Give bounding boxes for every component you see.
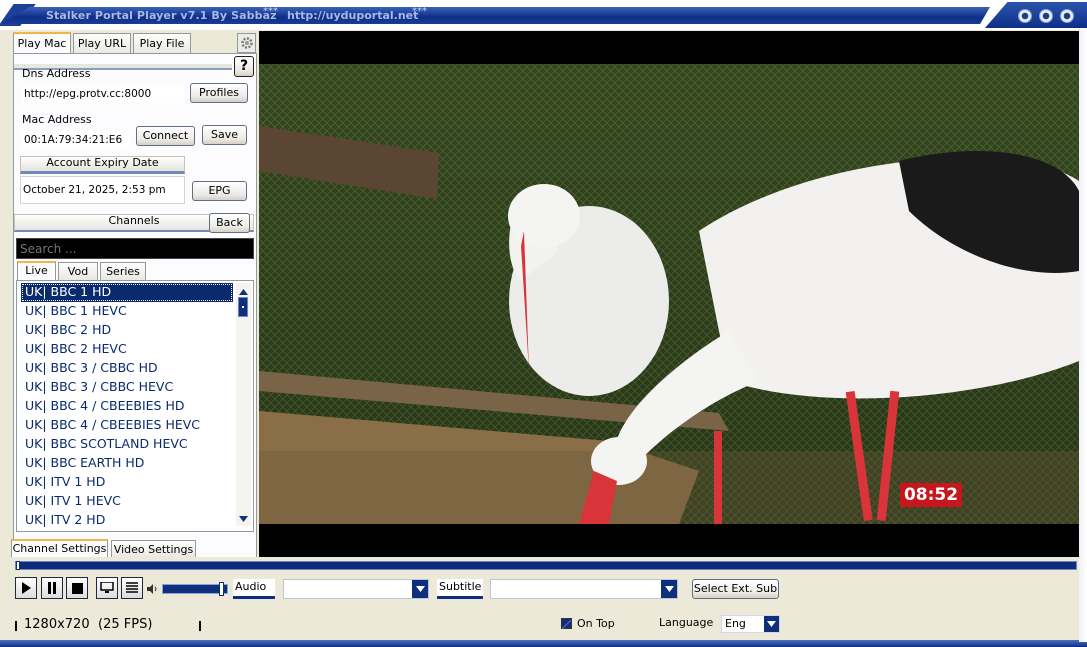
audio-dropdown-arrow[interactable] xyxy=(412,580,428,598)
tab-vod[interactable]: Vod xyxy=(58,262,98,281)
help-button[interactable]: ? xyxy=(234,56,254,77)
tab-play-url[interactable]: Play URL xyxy=(73,33,131,55)
channel-list-scrollbar[interactable] xyxy=(236,283,251,526)
on-top-checkbox[interactable] xyxy=(561,618,572,630)
title-stars: *** xyxy=(263,6,278,17)
monitor-icon xyxy=(100,582,114,593)
dns-label: Dns Address xyxy=(22,67,91,80)
on-top-label: On Top xyxy=(577,617,615,630)
scroll-up-arrow[interactable] xyxy=(238,286,249,296)
language-value: Eng xyxy=(725,617,746,630)
channel-list-item[interactable]: UK| ITV 1 HD xyxy=(21,473,233,492)
gear-icon xyxy=(240,37,253,49)
pause-icon xyxy=(48,582,56,594)
subtitle-select[interactable] xyxy=(490,579,678,599)
language-select[interactable]: Eng xyxy=(721,615,780,633)
video-player[interactable]: 08:52 xyxy=(259,31,1079,557)
fullscreen-button[interactable] xyxy=(96,577,118,599)
tab-play-mac[interactable]: Play Mac xyxy=(13,32,71,55)
play-button[interactable] xyxy=(15,577,37,599)
resolution-text: 1280x720 xyxy=(24,617,90,632)
chevron-down-icon xyxy=(664,586,674,592)
close-button[interactable] xyxy=(1060,9,1074,23)
check-icon xyxy=(561,619,572,630)
tab-play-file[interactable]: Play File xyxy=(133,33,191,55)
channel-list-item[interactable]: UK| BBC 4 / CBEEBIES HEVC xyxy=(21,416,233,435)
dns-input[interactable]: http://epg.protv.cc:8000 xyxy=(21,85,184,103)
play-icon xyxy=(22,582,31,594)
window-right-border xyxy=(1079,30,1087,642)
pause-button[interactable] xyxy=(41,577,63,599)
expiry-value: October 21, 2025, 2:53 pm xyxy=(20,176,185,204)
channel-list-item[interactable]: UK| BBC 3 / CBBC HD xyxy=(21,359,233,378)
channel-list-item[interactable]: UK| BBC 1 HEVC xyxy=(21,302,233,321)
stop-button[interactable] xyxy=(66,577,88,599)
subtitle-label: Subtitle xyxy=(437,579,483,599)
language-label: Language xyxy=(659,616,714,629)
epg-button[interactable]: EPG xyxy=(192,181,247,201)
volume-slider[interactable] xyxy=(162,582,228,596)
expiry-header: Account Expiry Date xyxy=(20,156,185,174)
language-dropdown-arrow[interactable] xyxy=(764,616,779,632)
mac-input[interactable]: 00:1A:79:34:21:E6 xyxy=(21,131,129,149)
seek-thumb[interactable] xyxy=(16,561,20,570)
volume-icon xyxy=(147,584,159,594)
tab-live[interactable]: Live xyxy=(17,261,56,281)
stop-icon xyxy=(71,582,83,594)
channel-list-item[interactable]: UK| BBC EARTH HD xyxy=(21,454,233,473)
channel-list-item[interactable]: UK| BBC 2 HD xyxy=(21,321,233,340)
channel-list-item[interactable]: UK| ITV 2 HD xyxy=(21,511,233,529)
channel-list-item[interactable]: UK| BBC 4 / CBEEBIES HD xyxy=(21,397,233,416)
channel-search-input[interactable] xyxy=(16,238,254,259)
tab-series[interactable]: Series xyxy=(100,262,146,281)
channel-list-item[interactable]: UK| ITV 1 HEVC xyxy=(21,492,233,511)
title-stars: *** xyxy=(412,6,427,17)
playlist-button[interactable] xyxy=(121,577,143,599)
chevron-down-icon xyxy=(415,586,425,592)
status-divider xyxy=(15,621,17,631)
channel-list-item[interactable]: UK| BBC 3 / CBBC HEVC xyxy=(21,378,233,397)
mac-label: Mac Address xyxy=(22,113,92,126)
tab-channel-settings[interactable]: Channel Settings xyxy=(11,539,108,559)
status-divider xyxy=(199,621,201,631)
connect-button[interactable]: Connect xyxy=(136,126,195,146)
channel-list: UK| BBC 1 HD UK| BBC 1 HEVC UK| BBC 2 HD UK… xyxy=(19,282,236,529)
window-bottom-border xyxy=(0,640,1087,647)
list-icon xyxy=(126,582,138,593)
subtitle-dropdown-arrow[interactable] xyxy=(661,580,677,598)
chevron-down-icon xyxy=(767,621,776,627)
chevron-down-icon xyxy=(239,516,248,522)
back-button[interactable]: Back xyxy=(209,213,250,233)
controls-panel xyxy=(0,557,1087,647)
volume-thumb[interactable] xyxy=(219,582,224,596)
audio-select[interactable] xyxy=(283,579,429,599)
channel-list-item[interactable]: UK| BBC 1 HD xyxy=(21,283,233,302)
video-frame-image xyxy=(259,31,1079,557)
channel-list-item[interactable]: UK| BBC 2 HEVC xyxy=(21,340,233,359)
select-ext-sub-button[interactable]: Select Ext. Sub xyxy=(692,579,779,599)
title-url: http://uyduportal.net xyxy=(287,9,419,22)
profiles-button[interactable]: Profiles xyxy=(190,83,248,103)
fps-text: (25 FPS) xyxy=(98,617,153,632)
maximize-button[interactable] xyxy=(1039,9,1053,23)
audio-label: Audio xyxy=(233,579,275,599)
seek-bar[interactable] xyxy=(15,561,1077,570)
settings-gear-button[interactable] xyxy=(237,33,256,53)
app-title: Stalker Portal Player v7.1 By Sabbaz xyxy=(46,9,277,22)
scroll-down-arrow[interactable] xyxy=(238,513,249,523)
scroll-thumb[interactable] xyxy=(238,297,248,317)
channel-list-item[interactable]: UK| BBC SCOTLAND HEVC xyxy=(21,435,233,454)
minimize-button[interactable] xyxy=(1018,9,1032,23)
chevron-up-icon xyxy=(239,289,248,295)
save-button[interactable]: Save xyxy=(202,125,247,145)
video-clock-overlay: 08:52 xyxy=(900,483,962,507)
